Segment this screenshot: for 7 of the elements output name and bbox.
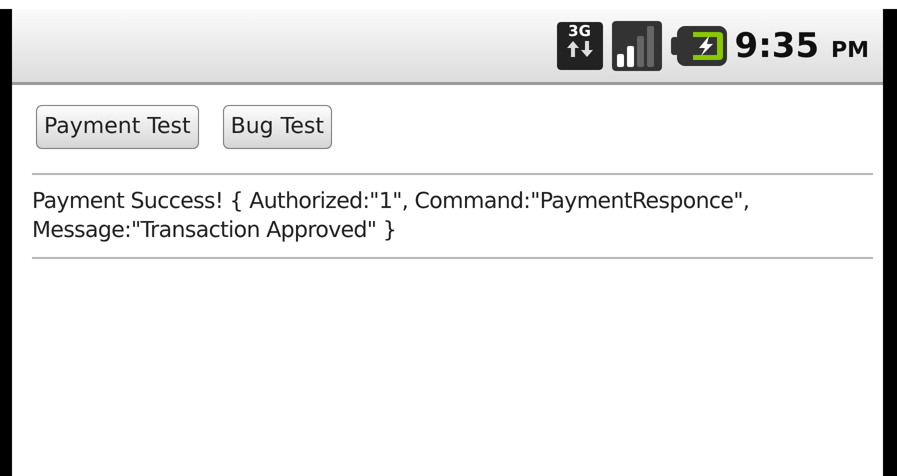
test-button[interactable]: Bug Test [222,105,332,149]
test-button[interactable]: Payment Test [36,105,199,149]
signal-icon [610,20,663,72]
battery-charging-icon [670,24,727,68]
result-message: Payment Success! { Authorized:"1", Command:"PaymentResponce", Message:"Transaction Approved" } [31,188,750,245]
clock-time: 9:35 PM [734,26,869,66]
network-type-icon: 3G [556,22,603,70]
